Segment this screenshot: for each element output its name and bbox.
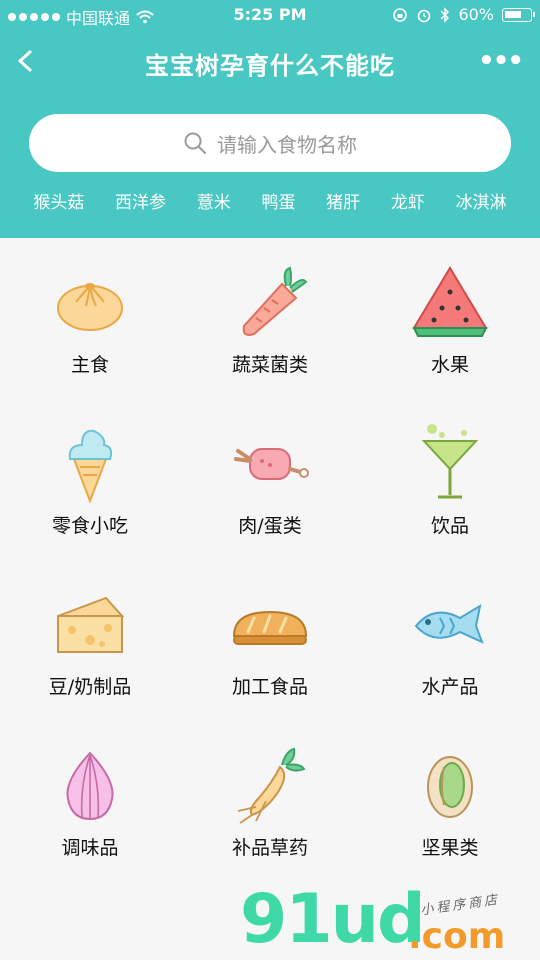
hot-tag[interactable]: 冰淇淋: [456, 188, 507, 213]
status-bar: 中国联通 5:25 PM 60%: [0, 0, 540, 30]
category-label: 饮品: [430, 515, 469, 537]
category-label: 主食: [70, 354, 109, 376]
watermelon-icon: [412, 266, 488, 337]
bread-icon: [232, 610, 308, 645]
meat-icon: [234, 448, 309, 480]
category-seasoning[interactable]: 调味品: [0, 721, 180, 882]
category-staple-food[interactable]: 主食: [0, 238, 180, 399]
battery-percent: 60%: [458, 5, 494, 24]
category-label: 肉/蛋类: [238, 515, 302, 537]
ginseng-icon: [237, 747, 306, 824]
hot-tag[interactable]: 薏米: [197, 188, 231, 213]
category-label: 补品草药: [231, 837, 308, 859]
category-processed-food[interactable]: 加工食品: [180, 560, 360, 721]
category-label: 零食小吃: [51, 515, 128, 537]
bun-icon: [57, 283, 123, 331]
hot-tag[interactable]: 猴头菇: [33, 188, 84, 213]
more-button[interactable]: •••: [478, 46, 524, 76]
search-icon: [184, 132, 206, 154]
fish-icon: [414, 603, 484, 644]
category-label: 蔬菜菌类: [231, 354, 308, 376]
category-fruit[interactable]: 水果: [360, 238, 540, 399]
hot-tag[interactable]: 龙虾: [391, 188, 425, 213]
category-label: 调味品: [61, 837, 119, 859]
category-seafood[interactable]: 水产品: [360, 560, 540, 721]
category-label: 豆/奶制品: [48, 676, 132, 698]
search-input[interactable]: 请输入食物名称: [29, 114, 511, 172]
category-snacks[interactable]: 零食小吃: [0, 399, 180, 560]
category-vegetables[interactable]: 蔬菜菌类: [180, 238, 360, 399]
carrot-icon: [242, 266, 308, 336]
hot-tag[interactable]: 鸭蛋: [261, 188, 295, 213]
category-label: 水果: [430, 354, 469, 376]
category-drinks[interactable]: 饮品: [360, 399, 540, 560]
page-title: 宝宝树孕育什么不能吃: [145, 52, 395, 80]
ice-cream-icon: [68, 429, 113, 503]
cocktail-icon: [421, 424, 479, 499]
category-label: 水产品: [421, 676, 479, 698]
cheese-icon: [57, 596, 125, 653]
category-label: 坚果类: [421, 837, 479, 859]
watermark-brand: 91ud: [240, 880, 426, 959]
hot-tags: 猴头菇 西洋参 薏米 鸭蛋 猪肝 龙虾 冰淇淋: [0, 188, 540, 213]
battery-icon: [502, 7, 535, 22]
pistachio-icon: [427, 756, 473, 818]
category-dairy[interactable]: 豆/奶制品: [0, 560, 180, 721]
category-nuts[interactable]: 坚果类: [360, 721, 540, 882]
watermark-logo: 91ud 小程序商店 .com: [240, 880, 540, 960]
search-placeholder: 请输入食物名称: [217, 132, 357, 157]
category-herbal-tonics[interactable]: 补品草药: [180, 721, 360, 882]
category-meat-egg[interactable]: 肉/蛋类: [180, 399, 360, 560]
alarm-icon: [418, 9, 431, 22]
nav-bar: 宝宝树孕育什么不能吃 •••: [0, 36, 540, 86]
hot-tag[interactable]: 西洋参: [115, 188, 166, 213]
watermark-slogan: 小程序商店: [419, 892, 501, 919]
rotation-lock-icon: [393, 7, 408, 22]
onion-icon: [66, 751, 114, 821]
bluetooth-icon: [440, 6, 450, 23]
hot-tag[interactable]: 猪肝: [326, 188, 360, 213]
category-label: 加工食品: [231, 676, 308, 698]
watermark-domain: .com: [408, 916, 506, 957]
header: 中国联通 5:25 PM 60% 宝宝树孕育什么不能吃 ••• 请输入食物名称 …: [0, 0, 540, 238]
